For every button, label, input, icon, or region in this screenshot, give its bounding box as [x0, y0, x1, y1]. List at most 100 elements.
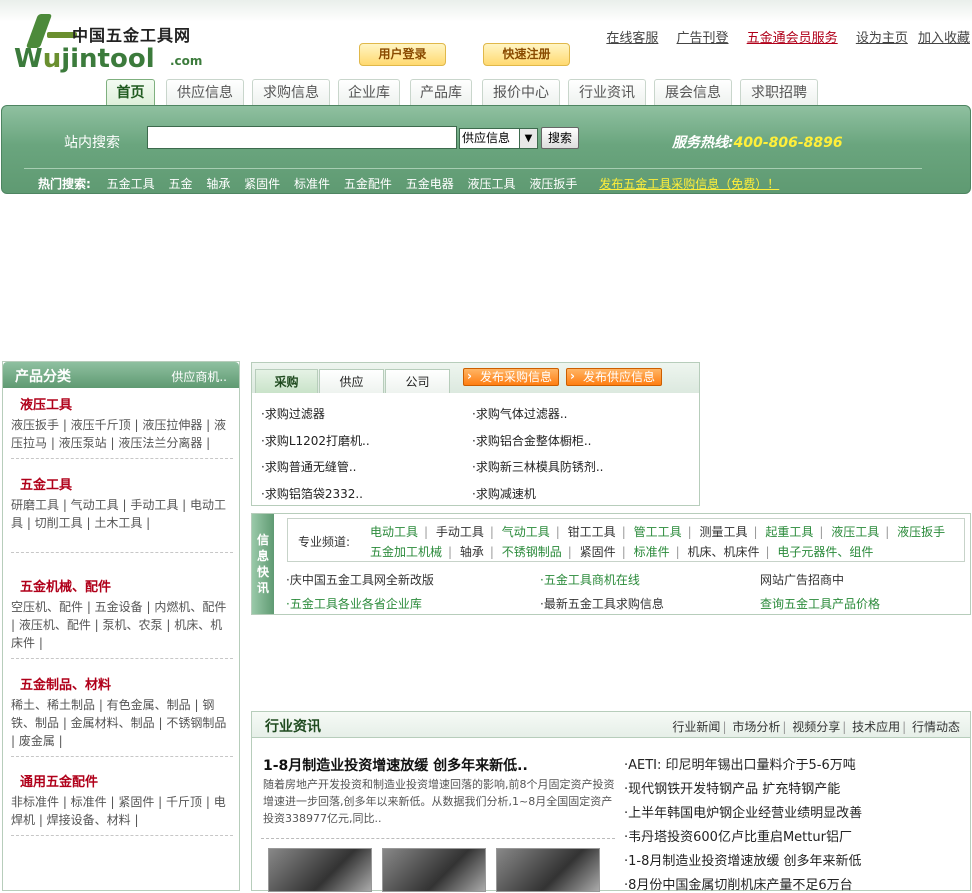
tab-products[interactable]: 产品库: [410, 79, 472, 105]
info-link[interactable]: ·庆中国五金工具网全新改版: [286, 571, 434, 588]
channel-link[interactable]: 五金加工机械: [370, 545, 442, 559]
news-category-link[interactable]: 技术应用: [852, 720, 900, 734]
login-button[interactable]: 用户登录: [359, 43, 446, 66]
news-headline[interactable]: 1-8月制造业投资增速放缓 创多年来新低..: [263, 755, 528, 775]
channel-link[interactable]: 紧固件: [580, 545, 616, 559]
news-item[interactable]: ·AETI: 印尼明年锡出口量料介于5-6万吨: [624, 754, 856, 773]
channel-link[interactable]: 液压工具: [831, 525, 879, 539]
channel-link[interactable]: 标准件: [634, 545, 670, 559]
supply-more-link[interactable]: 供应商机..: [171, 368, 227, 385]
search-button[interactable]: 搜索: [541, 127, 579, 149]
tab-company-info[interactable]: 公司: [385, 369, 450, 393]
news-thumbnail[interactable]: [268, 848, 372, 892]
product-category-panel: 产品分类 供应商机.. 液压工具 液压扳手 | 液压千斤顶 | 液压拉伸器 | …: [2, 361, 240, 891]
top-link-advertise[interactable]: 广告刊登: [677, 31, 729, 46]
category-items[interactable]: 空压机、配件 | 五金设备 | 内燃机、配件 | 液压机、配件 | 泵机、农泵 …: [11, 598, 233, 652]
channel-link[interactable]: 手动工具: [436, 525, 484, 539]
hot-term[interactable]: 紧固件: [244, 177, 280, 191]
tab-home[interactable]: 首页: [106, 79, 155, 105]
chevron-down-icon[interactable]: ▼: [519, 129, 537, 148]
tab-jobs[interactable]: 求职招聘: [740, 79, 818, 105]
news-category-link[interactable]: 行情动态: [912, 720, 960, 734]
site-logo[interactable]: 中国五金工具网 Wujintool .com: [14, 14, 214, 74]
info-link[interactable]: 网站广告招商中: [760, 571, 844, 588]
category-items[interactable]: 稀土、稀土制品 | 有色金属、制品 | 钢铁、制品 | 金属材料、制品 | 不锈…: [11, 696, 233, 750]
purchase-item[interactable]: ·求购铝箔袋2332..: [261, 485, 363, 502]
news-item[interactable]: ·上半年韩国电炉钢企业经营业绩明显改善: [624, 802, 862, 821]
tab-news[interactable]: 行业资讯: [568, 79, 646, 105]
register-button[interactable]: 快速注册: [483, 43, 570, 66]
news-thumbnail[interactable]: [382, 848, 486, 892]
info-link[interactable]: ·最新五金工具求购信息: [540, 595, 664, 612]
category-group: 液压工具 液压扳手 | 液压千斤顶 | 液压拉伸器 | 液压拉马 | 液压泵站 …: [11, 396, 233, 459]
top-link-online-service[interactable]: 在线客服: [606, 31, 658, 46]
purchase-item[interactable]: ·求购铝合金整体橱柜..: [472, 432, 591, 449]
category-items[interactable]: 研磨工具 | 气动工具 | 手动工具 | 电动工具 | 切削工具 | 土木工具 …: [11, 496, 233, 532]
hot-term[interactable]: 轴承: [206, 177, 230, 191]
channel-link[interactable]: 液压扳手: [897, 525, 945, 539]
news-item[interactable]: ·现代钢铁开发特钢产品 扩充特钢产能: [624, 778, 840, 797]
hot-term[interactable]: 五金: [168, 177, 192, 191]
channel-link[interactable]: 电动工具: [370, 525, 418, 539]
channel-link[interactable]: 电子元器件、组件: [777, 545, 873, 559]
news-thumbnail[interactable]: [496, 848, 600, 892]
tab-exhibitions[interactable]: 展会信息: [654, 79, 732, 105]
purchase-item[interactable]: ·求购气体过滤器..: [472, 405, 567, 422]
hot-search-label: 热门搜索:: [38, 177, 91, 191]
info-link[interactable]: 查询五金工具产品价格: [760, 595, 880, 612]
category-title[interactable]: 通用五金配件: [20, 773, 233, 793]
category-title[interactable]: 液压工具: [20, 396, 233, 416]
purchase-item[interactable]: ·求购新三林模具防锈剂..: [472, 458, 603, 475]
info-flash-box: 信息快讯 专业频道: 电动工具 | 手动工具 | 气动工具 | 钳工工具 | 管工工具 |…: [251, 513, 971, 615]
top-link-member-service[interactable]: 五金通会员服务: [747, 31, 838, 46]
category-title[interactable]: 五金制品、材料: [20, 676, 233, 696]
tab-supply[interactable]: 供应信息: [166, 79, 244, 105]
news-category-link[interactable]: 市场分析: [732, 720, 780, 734]
purchase-item[interactable]: ·求购普通无缝管..: [261, 458, 356, 475]
top-link-add-favorite[interactable]: 加入收藏: [918, 31, 970, 46]
news-item[interactable]: ·韦丹塔投资600亿卢比重启Mettur铝厂: [624, 826, 852, 845]
channel-link[interactable]: 轴承: [460, 545, 484, 559]
category-items[interactable]: 非标准件 | 标准件 | 紧固件 | 千斤顶 | 电焊机 | 焊接设备、材料 |: [11, 793, 233, 829]
channel-link[interactable]: 不锈钢制品: [502, 545, 562, 559]
channel-link[interactable]: 管工工具: [634, 525, 682, 539]
category-title[interactable]: 五金工具: [20, 476, 233, 496]
channel-link[interactable]: 机床、机床件: [687, 545, 759, 559]
category-items[interactable]: 液压扳手 | 液压千斤顶 | 液压拉伸器 | 液压拉马 | 液压泵站 | 液压法…: [11, 416, 233, 452]
channel-label: 专业频道:: [298, 535, 351, 549]
logo-english-name: Wujintool: [14, 44, 155, 74]
hot-term[interactable]: 液压扳手: [529, 177, 577, 191]
tab-quotes[interactable]: 报价中心: [482, 79, 560, 105]
purchase-item[interactable]: ·求购减速机: [472, 485, 536, 502]
category-title[interactable]: 五金机械、配件: [20, 578, 233, 598]
purchase-item[interactable]: ·求购过滤器: [261, 405, 325, 422]
hot-term[interactable]: 五金工具: [107, 177, 155, 191]
hot-term[interactable]: 五金电器: [406, 177, 454, 191]
purchase-item[interactable]: ·求购L1202打磨机..: [261, 432, 370, 449]
channel-link[interactable]: 钳工工具: [568, 525, 616, 539]
top-links: 在线客服 广告刊登 五金通会员服务 设为主页 加入收藏: [592, 27, 970, 46]
info-link[interactable]: ·五金工具商机在线: [540, 571, 640, 588]
search-input[interactable]: [147, 126, 457, 149]
tab-purchase-info[interactable]: 采购: [255, 369, 318, 393]
tab-supply-info[interactable]: 供应: [319, 369, 384, 393]
search-category-select[interactable]: 供应信息 ▼: [459, 128, 538, 149]
channel-link[interactable]: 测量工具: [699, 525, 747, 539]
publish-purchase-link[interactable]: 发布五金工具采购信息（免费）！: [599, 177, 779, 191]
news-item[interactable]: ·1-8月制造业投资增速放缓 创多年来新低: [624, 850, 862, 869]
tab-purchase[interactable]: 求购信息: [252, 79, 330, 105]
news-category-link[interactable]: 行业新闻: [672, 720, 720, 734]
info-link[interactable]: ·五金工具各业各省企业库: [286, 595, 422, 612]
top-link-set-homepage[interactable]: 设为主页: [856, 31, 908, 46]
tab-companies[interactable]: 企业库: [338, 79, 400, 105]
publish-buy-button[interactable]: 发布采购信息: [463, 368, 559, 386]
channel-link[interactable]: 气动工具: [502, 525, 550, 539]
hot-term[interactable]: 标准件: [294, 177, 330, 191]
publish-supply-button[interactable]: 发布供应信息: [566, 368, 662, 386]
channel-link[interactable]: 起重工具: [765, 525, 813, 539]
search-category-value: 供应信息: [462, 131, 511, 145]
hot-term[interactable]: 五金配件: [344, 177, 392, 191]
news-category-link[interactable]: 视频分享: [792, 720, 840, 734]
hot-term[interactable]: 液压工具: [468, 177, 516, 191]
logo-chinese-name: 中国五金工具网: [72, 26, 192, 45]
